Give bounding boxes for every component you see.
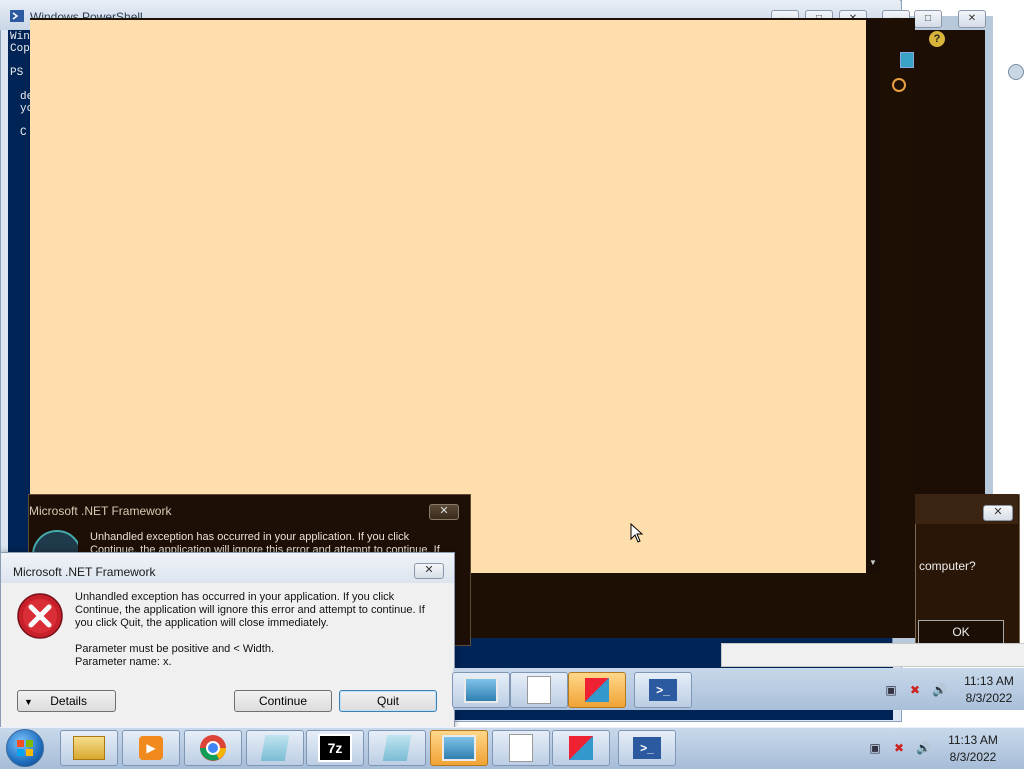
taskbar-chrome[interactable] [184,730,242,766]
maximize-button[interactable]: □ [914,10,942,28]
clock[interactable]: 11:13 AM 8/3/2022 [955,673,1023,707]
close-button[interactable]: ✕ [414,563,444,579]
start-button[interactable] [6,729,44,767]
taskbar-office-app[interactable] [568,672,626,708]
dialog-title: Microsoft .NET Framework [29,504,172,518]
info-icon [1008,64,1024,80]
console-line: PS [10,67,24,79]
background-panel [721,643,1024,667]
document-icon [527,676,551,704]
ok-button[interactable]: OK [918,620,1004,644]
action-center-icon[interactable]: ✖ [908,683,922,697]
taskbar-media-player[interactable]: ▶ [122,730,180,766]
dialog-titlebar[interactable]: Microsoft .NET Framework ✕ [1,553,454,583]
mouse-cursor-icon [630,523,644,543]
taskbar-office-app[interactable] [552,730,610,766]
office-icon [585,678,609,702]
taskbar-explorer[interactable] [60,730,118,766]
network-icon[interactable]: ▣ [868,741,882,755]
taskbar-7zip[interactable]: 7z [306,730,364,766]
powershell-icon [10,10,24,22]
toolbar-icon[interactable] [900,52,914,68]
clock-time: 11:13 AM [964,674,1014,688]
close-button[interactable]: ✕ [983,505,1013,521]
taskbar-powershell[interactable]: >_ [634,672,692,708]
taskbar-text-document[interactable] [510,672,568,708]
continue-button[interactable]: Continue [234,690,332,712]
dotnet-error-dialog: Microsoft .NET Framework ✕ Unhandled exc… [0,552,455,728]
office-icon [569,736,593,760]
taskbar-notepad[interactable] [246,730,304,766]
notepad-icon [260,735,290,761]
background-window-content [915,30,985,495]
powershell-icon: >_ [649,679,677,701]
notepad-icon [382,735,412,761]
details-button[interactable]: ▼ Details [17,690,116,712]
clock[interactable]: 11:13 AM 8/3/2022 [938,732,1008,766]
volume-icon[interactable]: 🔊 [916,741,931,755]
windows-logo-icon [17,740,33,756]
folder-icon [73,736,105,760]
console-line: C [20,127,27,139]
network-icon[interactable]: ▣ [884,683,898,697]
clock-date: 8/3/2022 [949,750,997,764]
image-icon [464,677,498,703]
taskbar-notepad-2[interactable] [368,730,426,766]
expand-icon: ▼ [24,697,33,707]
help-icon[interactable]: ? [929,31,945,47]
powershell-icon: >_ [633,737,661,759]
taskbar-image-viewer[interactable] [430,730,488,766]
record-icon[interactable] [892,78,906,92]
7zip-icon: 7z [318,734,352,762]
taskbar-powershell[interactable]: >_ [618,730,676,766]
chrome-icon [200,735,226,761]
clock-date: 8/3/2022 [965,691,1013,705]
vertical-scrollbar[interactable]: ▼ [866,20,880,573]
error-icon [17,593,63,639]
taskbar-image-viewer[interactable] [452,672,510,708]
media-player-icon: ▶ [139,736,163,760]
action-center-icon[interactable]: ✖ [892,741,906,755]
parameter-name: Parameter name: x. [75,656,172,668]
close-button[interactable]: ✕ [958,10,986,28]
details-label: Details [50,694,87,708]
quit-button[interactable]: Quit [339,690,437,712]
console-line: Cop [10,43,30,55]
close-button[interactable]: ✕ [429,504,459,520]
clock-time: 11:13 AM [948,733,998,747]
dialog-title: Microsoft .NET Framework [13,565,156,579]
scroll-down-icon[interactable]: ▼ [869,558,877,567]
dialog-message: Unhandled exception has occurred in your… [75,591,425,629]
error-icon [32,530,78,552]
taskbar-text-document[interactable] [492,730,550,766]
console-line: Win [10,31,30,43]
image-icon [442,735,476,761]
parameter-message: Parameter must be positive and < Width. [75,643,275,655]
dialog-message: Unhandled exception has occurred in your… [90,531,440,553]
main-canvas[interactable] [30,20,866,573]
document-icon [509,734,533,762]
dialog-question: computer? [919,559,976,573]
volume-icon[interactable]: 🔊 [932,683,947,697]
